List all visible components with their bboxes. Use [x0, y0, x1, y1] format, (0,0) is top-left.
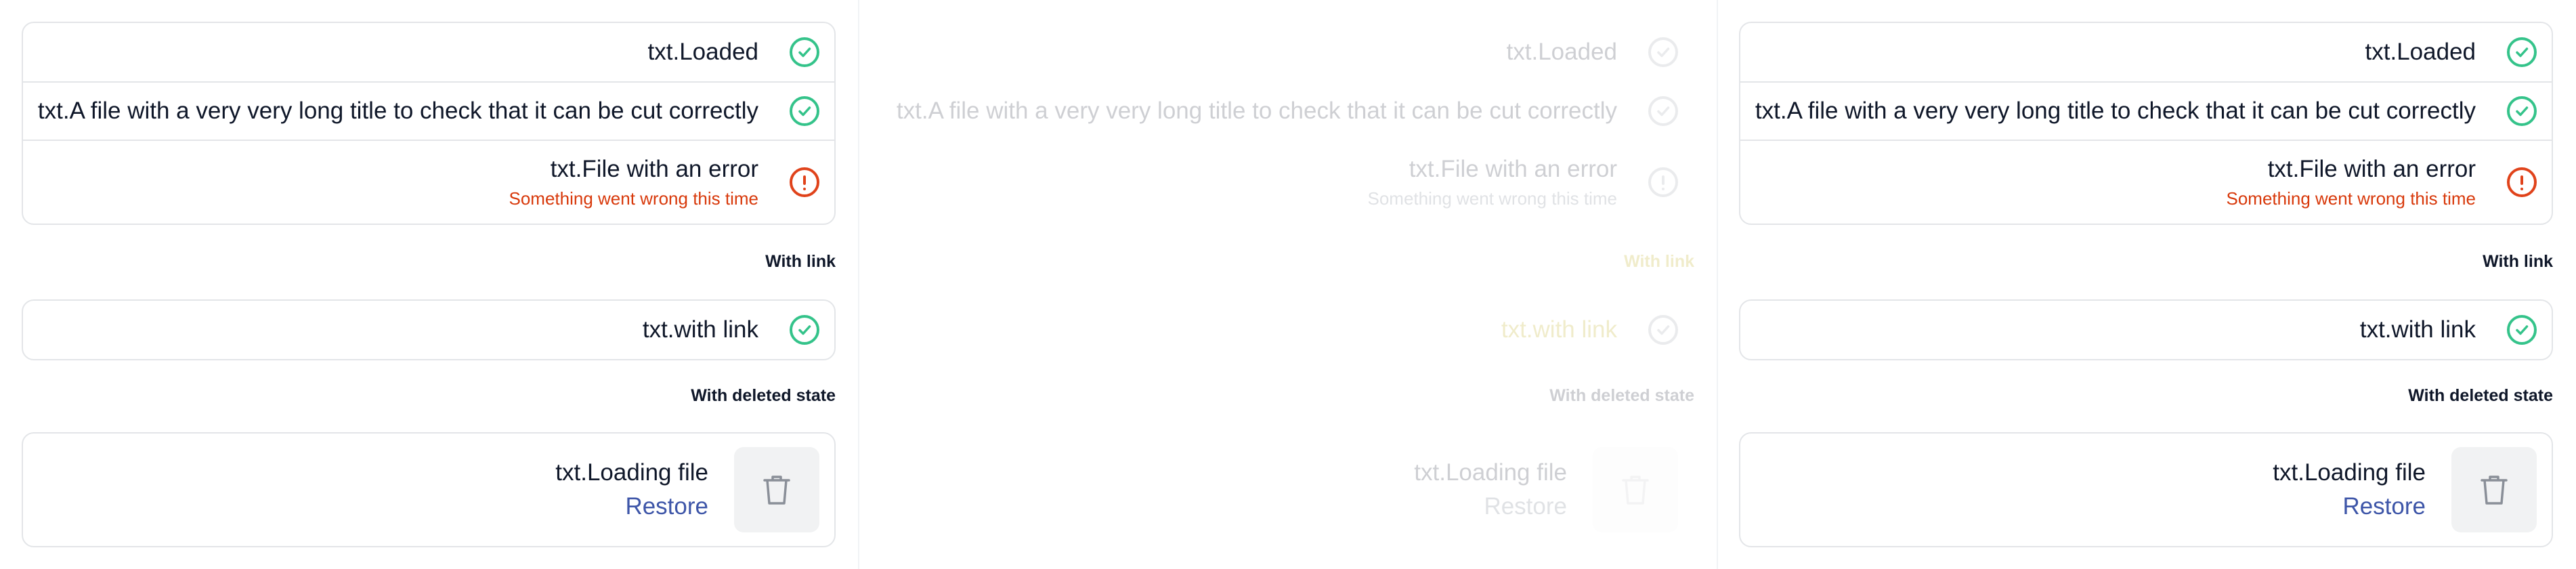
exclamation-circle-icon: [1648, 167, 1678, 197]
file-list-card: txt.Loaded txt.A file with a very very l…: [1739, 22, 2553, 225]
file-row: txt.A file with a very very long title t…: [1740, 81, 2552, 140]
file-row-deleted: txt.Loading file Restore: [1740, 434, 2552, 546]
file-row: txt.Loaded: [1740, 23, 2552, 81]
file-name: txt.Loading file: [2273, 459, 2426, 486]
file-name: txt.Loaded: [2365, 39, 2476, 65]
file-info: txt.File with an error Something went wr…: [509, 156, 758, 209]
file-row-error: txt.File with an error Something went wr…: [882, 140, 1693, 224]
file-list-card: txt.Loaded txt.A file with a very very l…: [880, 22, 1694, 225]
file-name: txt.File with an error: [550, 155, 758, 182]
file-link[interactable]: txt.with link: [643, 316, 758, 343]
file-row-link[interactable]: txt.with link: [23, 301, 834, 359]
file-name: txt.Loading file: [1414, 459, 1567, 486]
link-file-card: txt.with link: [22, 299, 836, 360]
file-row-deleted: txt.Loading file Restore: [23, 434, 834, 546]
file-name: txt.A file with a very very long title t…: [37, 98, 758, 124]
check-circle-icon: [1648, 315, 1678, 345]
file-name: txt.A file with a very very long title t…: [1755, 98, 2476, 124]
restore-link[interactable]: Restore: [2342, 493, 2426, 520]
file-info: txt.File with an error Something went wr…: [2226, 156, 2476, 209]
error-message: Something went wrong this time: [1367, 188, 1617, 209]
section-label-link: With link: [1624, 252, 1694, 271]
exclamation-circle-icon: [790, 167, 819, 197]
trash-icon: [1622, 476, 1649, 505]
delete-button[interactable]: [734, 447, 819, 532]
file-name: txt.File with an error: [2267, 155, 2476, 182]
deleted-file-card: txt.Loading file Restore: [1739, 432, 2553, 547]
file-info: txt.Loading file Restore: [555, 459, 708, 520]
link-file-card: txt.with link: [880, 299, 1694, 360]
check-circle-icon: [1648, 96, 1678, 126]
delete-button[interactable]: [2451, 447, 2537, 532]
check-circle-icon: [2507, 96, 2537, 126]
file-name: txt.Loaded: [1506, 39, 1617, 65]
file-row-error: txt.File with an error Something went wr…: [23, 140, 834, 224]
link-file-card: txt.with link: [1739, 299, 2553, 360]
delete-button: [1593, 447, 1678, 532]
check-circle-icon: [790, 96, 819, 126]
deleted-file-card: txt.Loading file Restore: [22, 432, 836, 547]
file-row: txt.Loaded: [882, 23, 1693, 81]
error-message: Something went wrong this time: [509, 188, 758, 209]
deleted-file-card: txt.Loading file Restore: [880, 432, 1694, 547]
section-label-deleted: With deleted state: [2408, 386, 2553, 405]
trash-icon: [763, 476, 790, 505]
file-list-panel: txt.Loaded txt.A file with a very very l…: [0, 0, 859, 569]
file-row-deleted: txt.Loading file Restore: [882, 434, 1693, 546]
section-label-link: With link: [765, 252, 836, 271]
check-circle-icon: [1648, 37, 1678, 67]
check-circle-icon: [790, 37, 819, 67]
file-row-link[interactable]: txt.with link: [1740, 301, 2552, 359]
trash-icon: [2481, 476, 2508, 505]
file-row-error: txt.File with an error Something went wr…: [1740, 140, 2552, 224]
section-label-deleted: With deleted state: [1549, 386, 1694, 405]
file-list-panel: txt.Loaded txt.A file with a very very l…: [1717, 0, 2576, 569]
check-circle-icon: [2507, 315, 2537, 345]
file-name: txt.Loaded: [647, 39, 758, 65]
file-link[interactable]: txt.with link: [2360, 316, 2476, 343]
file-row: txt.Loaded: [23, 23, 834, 81]
file-row-link: txt.with link: [882, 301, 1693, 359]
file-info: txt.File with an error Something went wr…: [1367, 156, 1617, 209]
restore-link[interactable]: Restore: [625, 493, 708, 520]
section-label-link: With link: [2483, 252, 2553, 271]
file-list-card: txt.Loaded txt.A file with a very very l…: [22, 22, 836, 225]
check-circle-icon: [2507, 37, 2537, 67]
file-name: txt.Loading file: [555, 459, 708, 486]
exclamation-circle-icon: [2507, 167, 2537, 197]
file-info: txt.Loading file Restore: [2273, 459, 2426, 520]
check-circle-icon: [790, 315, 819, 345]
file-name: txt.A file with a very very long title t…: [896, 98, 1617, 124]
file-list-panel-disabled: txt.Loaded txt.A file with a very very l…: [859, 0, 1717, 569]
file-row: txt.A file with a very very long title t…: [23, 81, 834, 140]
file-name: txt.File with an error: [1409, 155, 1617, 182]
error-message: Something went wrong this time: [2226, 188, 2476, 209]
file-link: txt.with link: [1501, 316, 1617, 343]
file-info: txt.Loading file Restore: [1414, 459, 1567, 520]
restore-link: Restore: [1484, 493, 1567, 520]
section-label-deleted: With deleted state: [691, 386, 836, 405]
file-row: txt.A file with a very very long title t…: [882, 81, 1693, 140]
